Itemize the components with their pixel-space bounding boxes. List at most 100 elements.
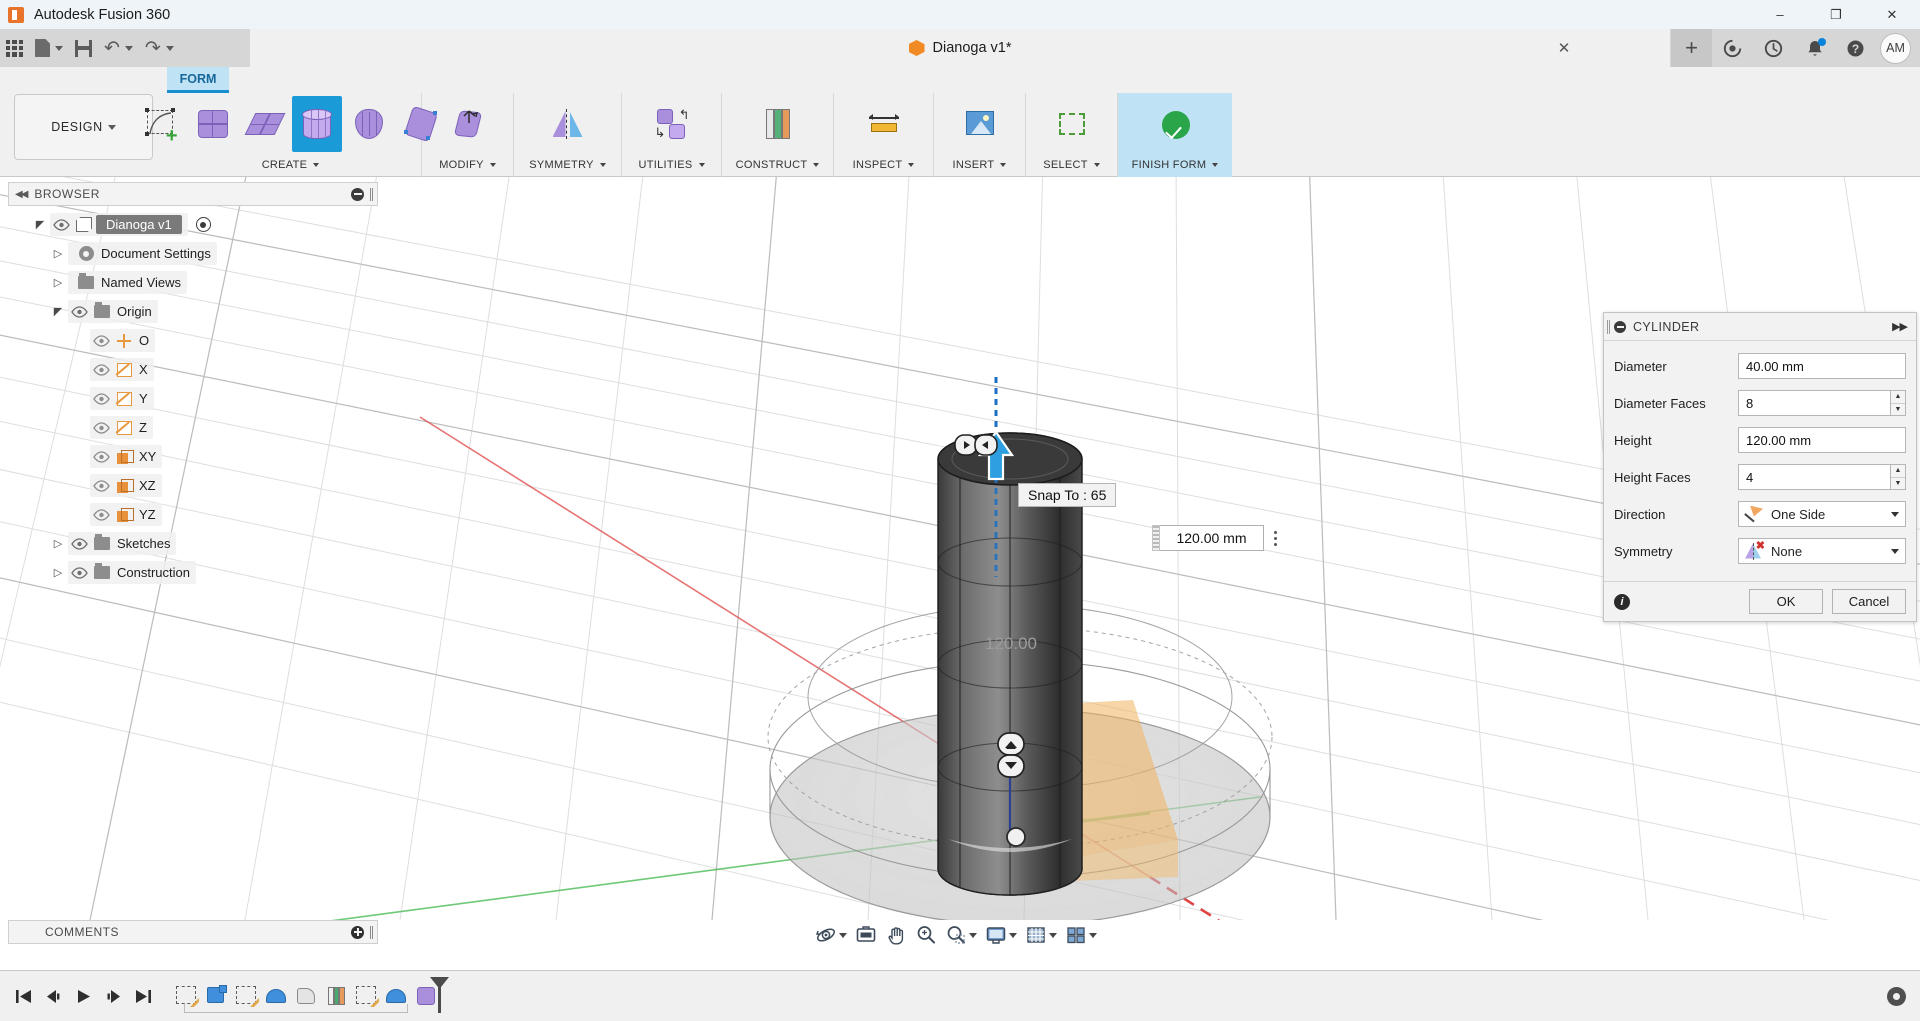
visibility-eye-icon[interactable]	[90, 364, 112, 376]
apps-grid-button[interactable]	[0, 29, 29, 67]
browser-item-dianoga[interactable]: ◤ Dianoga v1	[8, 210, 378, 239]
expand-arrow-icon[interactable]: ◤	[30, 218, 50, 231]
diameter-faces-stepper[interactable]: ▲ ▼	[1891, 390, 1906, 416]
nav-display-settings[interactable]	[982, 922, 1020, 948]
visibility-eye-icon[interactable]	[50, 219, 72, 231]
nav-grid-snap[interactable]	[1022, 922, 1060, 948]
expand-arrow-icon[interactable]: ▷	[48, 247, 68, 260]
browser-item-sketches[interactable]: ▷ Sketches	[8, 529, 378, 558]
browser-item-axis-z[interactable]: Z	[8, 413, 378, 442]
close-window-button[interactable]: ✕	[1864, 0, 1920, 29]
add-comment-icon[interactable]	[351, 926, 364, 939]
recent-activity-icon[interactable]	[1753, 29, 1794, 67]
expand-arrow-icon[interactable]: ▷	[48, 537, 68, 550]
tool-finish-form[interactable]	[1150, 96, 1200, 152]
timeline-go-to-end-button[interactable]	[130, 981, 156, 1011]
dialog-expand-icon[interactable]: ▶▶	[1892, 320, 1907, 333]
cylinder-dialog-header[interactable]: CYLINDER ▶▶	[1604, 313, 1916, 341]
minimize-button[interactable]: –	[1752, 0, 1808, 29]
nav-viewports[interactable]	[1062, 922, 1100, 948]
activate-component-icon[interactable]	[196, 217, 211, 232]
expand-arrow-icon[interactable]: ▷	[48, 566, 68, 579]
timeline-play-button[interactable]	[70, 981, 96, 1011]
cancel-button[interactable]: Cancel	[1832, 589, 1906, 614]
browser-item-axis-y[interactable]: Y	[8, 384, 378, 413]
diameter-faces-input[interactable]: 8	[1738, 390, 1891, 416]
comments-panel[interactable]: COMMENTS	[8, 920, 378, 944]
tool-sphere[interactable]	[344, 96, 394, 152]
nav-zoom[interactable]	[912, 922, 940, 948]
new-tab-button[interactable]: +	[1671, 29, 1712, 67]
tool-select-window[interactable]	[1047, 96, 1097, 152]
height-input[interactable]: 120.00 mm	[1738, 427, 1906, 453]
tool-repair-body[interactable]: ↰↳	[647, 96, 697, 152]
tool-edit-form[interactable]	[443, 96, 493, 152]
visibility-eye-icon[interactable]	[90, 335, 112, 347]
new-document-button[interactable]	[29, 29, 69, 67]
dimension-input[interactable]: 120.00 mm	[1160, 525, 1264, 551]
tool-mirror-internal[interactable]	[543, 96, 593, 152]
save-button[interactable]	[69, 29, 98, 67]
nav-fit[interactable]	[942, 922, 980, 948]
browser-minimize-icon[interactable]	[351, 188, 364, 201]
browser-item-construction[interactable]: ▷ Construction	[8, 558, 378, 587]
ribbon-group-finish-form-label[interactable]: FINISH FORM	[1132, 155, 1219, 175]
nav-orbit[interactable]	[812, 922, 850, 948]
workspace-selector[interactable]: DESIGN	[14, 94, 153, 160]
redo-button[interactable]: ↷	[139, 29, 180, 67]
ribbon-group-insert-label[interactable]: INSERT	[953, 155, 1007, 175]
timeline-step-back-button[interactable]	[40, 981, 66, 1011]
ribbon-group-utilities-label[interactable]: UTILITIES	[638, 155, 704, 175]
timeline-playhead-marker[interactable]	[438, 977, 441, 1013]
maximize-button[interactable]: ❐	[1808, 0, 1864, 29]
height-faces-input[interactable]: 4	[1738, 464, 1891, 490]
user-avatar[interactable]: AM	[1880, 33, 1911, 64]
ribbon-group-modify-label[interactable]: MODIFY	[439, 155, 496, 175]
tool-insert-canvas[interactable]	[955, 96, 1005, 152]
tool-create-form[interactable]: +	[136, 96, 186, 152]
ribbon-group-symmetry-label[interactable]: SYMMETRY	[529, 155, 606, 175]
stepper-up-icon[interactable]: ▲	[1891, 465, 1905, 478]
browser-item-plane-xy[interactable]: XY	[8, 442, 378, 471]
timeline-settings-button[interactable]	[1887, 987, 1906, 1006]
visibility-eye-icon[interactable]	[90, 480, 112, 492]
visibility-eye-icon[interactable]	[90, 451, 112, 463]
direction-dropdown[interactable]: One Side	[1738, 501, 1906, 527]
browser-collapse-icon[interactable]: ◀◀	[15, 189, 26, 200]
ribbon-group-create-label[interactable]: CREATE	[262, 155, 320, 175]
timeline-go-to-start-button[interactable]	[10, 981, 36, 1011]
help-icon[interactable]: ?	[1835, 29, 1876, 67]
tool-box[interactable]	[188, 96, 238, 152]
browser-item-axis-x[interactable]: X	[8, 355, 378, 384]
browser-item-plane-yz[interactable]: YZ	[8, 500, 378, 529]
comments-resize-grip[interactable]	[370, 926, 373, 939]
browser-item-plane-xz[interactable]: XZ	[8, 471, 378, 500]
ribbon-group-construct-label[interactable]: CONSTRUCT	[736, 155, 820, 175]
expand-arrow-icon[interactable]: ▷	[48, 276, 68, 289]
dialog-collapse-icon[interactable]	[1614, 321, 1626, 333]
nav-look-at[interactable]	[852, 922, 880, 948]
browser-item-origin-point[interactable]: O	[8, 326, 378, 355]
visibility-eye-icon[interactable]	[90, 422, 112, 434]
visibility-eye-icon[interactable]	[68, 306, 90, 318]
ribbon-group-inspect-label[interactable]: INSPECT	[853, 155, 915, 175]
tool-plane[interactable]	[240, 96, 290, 152]
visibility-eye-icon[interactable]	[68, 567, 90, 579]
undo-button[interactable]: ↶	[98, 29, 139, 67]
dimension-drag-handle[interactable]	[1152, 525, 1160, 551]
stepper-up-icon[interactable]: ▲	[1891, 391, 1905, 404]
tool-measure[interactable]	[859, 96, 909, 152]
browser-resize-grip[interactable]	[370, 188, 373, 201]
dialog-drag-grip[interactable]	[1607, 320, 1610, 334]
visibility-eye-icon[interactable]	[90, 509, 112, 521]
diameter-input[interactable]: 40.00 mm	[1738, 353, 1906, 379]
ribbon-group-select-label[interactable]: SELECT	[1043, 155, 1100, 175]
dimension-input-group[interactable]: 120.00 mm	[1152, 525, 1286, 551]
browser-item-document-settings[interactable]: ▷ Document Settings	[8, 239, 378, 268]
visibility-eye-icon[interactable]	[68, 538, 90, 550]
tool-offset-plane[interactable]	[753, 96, 803, 152]
document-tab[interactable]: Dianoga v1*	[909, 40, 1012, 56]
timeline-step-forward-button[interactable]	[100, 981, 126, 1011]
visibility-eye-icon[interactable]	[90, 393, 112, 405]
nav-pan[interactable]	[882, 922, 910, 948]
